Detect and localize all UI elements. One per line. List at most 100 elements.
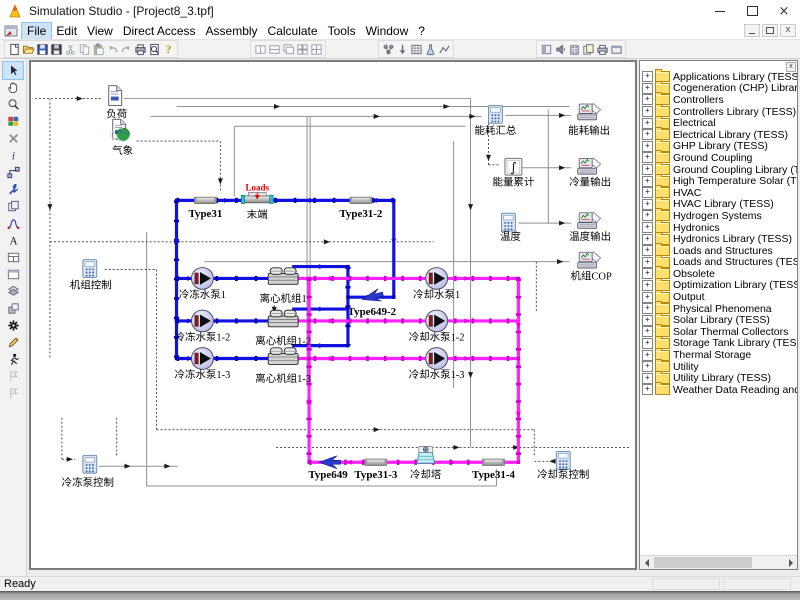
maximize-button[interactable] xyxy=(736,0,768,22)
expand-plus-icon[interactable] xyxy=(642,315,653,326)
expand-plus-icon[interactable] xyxy=(642,222,653,233)
tree-item-hvac[interactable]: HVAC xyxy=(642,187,797,199)
tree-item-ghp-library-tess[interactable]: GHP Library (TESS) xyxy=(642,141,797,153)
pan-tool-button[interactable] xyxy=(3,79,23,96)
expand-plus-icon[interactable] xyxy=(642,94,653,105)
minimize-button[interactable] xyxy=(704,0,736,22)
duplicate-tool-button[interactable] xyxy=(3,198,23,215)
expand-plus-icon[interactable] xyxy=(642,292,653,303)
expand-plus-icon[interactable] xyxy=(642,338,653,349)
zoom-tool-button[interactable] xyxy=(3,96,23,113)
tile-horizontal-button[interactable] xyxy=(253,42,267,56)
files-button[interactable] xyxy=(581,42,595,56)
menu-view[interactable]: View xyxy=(82,23,118,39)
menu-tools[interactable]: Tools xyxy=(323,23,361,39)
component-temperature[interactable] xyxy=(501,213,515,231)
cascade-button[interactable] xyxy=(281,42,295,56)
component-cooling-pump-2[interactable] xyxy=(426,310,448,332)
component-cooling-output[interactable] xyxy=(578,158,601,174)
run-simulation-button[interactable] xyxy=(3,351,23,368)
expand-plus-icon[interactable] xyxy=(642,257,653,268)
expand-plus-icon[interactable] xyxy=(642,234,653,245)
expand-plus-icon[interactable] xyxy=(642,361,653,372)
save-all-button[interactable] xyxy=(49,42,63,56)
redo-button[interactable] xyxy=(119,42,133,56)
expand-plus-icon[interactable] xyxy=(642,268,653,279)
component-unit-control[interactable] xyxy=(83,260,97,278)
panel-close-icon[interactable] xyxy=(786,62,796,72)
bitmap-tool-button[interactable] xyxy=(3,113,23,130)
tree-item-weather-data-reading-and-process[interactable]: Weather Data Reading and Process xyxy=(642,384,797,396)
expand-plus-icon[interactable] xyxy=(642,384,653,395)
component-type31-2[interactable] xyxy=(350,197,372,203)
component-type31-3[interactable] xyxy=(365,459,387,465)
macro-button[interactable] xyxy=(381,42,395,56)
menu-help[interactable]: ? xyxy=(413,23,430,39)
tree-item-controllers[interactable]: Controllers xyxy=(642,94,797,106)
print-preview-button[interactable] xyxy=(147,42,161,56)
audio-button[interactable] xyxy=(553,42,567,56)
component-type31-4[interactable] xyxy=(483,459,505,465)
pen-tool-button[interactable] xyxy=(3,334,23,351)
printer-out-button[interactable] xyxy=(595,42,609,56)
component-energy-output[interactable] xyxy=(578,104,601,120)
component-cooling-pump-1[interactable] xyxy=(426,268,448,290)
flag-a-button[interactable] xyxy=(3,368,23,385)
component-chiller-2[interactable] xyxy=(268,310,298,327)
menu-window[interactable]: Window xyxy=(361,23,414,39)
layers-button[interactable] xyxy=(3,283,23,300)
tree-item-hydronics-library-tess[interactable]: Hydronics Library (TESS) xyxy=(642,233,797,245)
tree-item-loads-and-structures-tess[interactable]: Loads and Structures (TESS) xyxy=(642,257,797,269)
undo-button[interactable] xyxy=(105,42,119,56)
menu-assembly[interactable]: Assembly xyxy=(201,23,263,39)
tile-vertical-button[interactable] xyxy=(267,42,281,56)
trace-button[interactable] xyxy=(437,42,451,56)
expand-plus-icon[interactable] xyxy=(642,164,653,175)
component-cooling-tower[interactable] xyxy=(417,446,435,463)
tree-horizontal-scrollbar[interactable] xyxy=(640,555,797,569)
expand-plus-icon[interactable] xyxy=(642,210,653,221)
project-schematic[interactable]: ∫ xyxy=(31,62,635,568)
tree-item-high-temperature-solar-tess[interactable]: High Temperature Solar (TESS) xyxy=(642,175,797,187)
tree-item-applications-library-tess[interactable]: Applications Library (TESS) xyxy=(642,71,797,83)
component-energy-sum[interactable] xyxy=(488,105,502,123)
mdi-restore-button[interactable] xyxy=(762,24,778,37)
output-arrow-button[interactable] xyxy=(395,42,409,56)
cut-button[interactable] xyxy=(63,42,77,56)
component-cooling-pump-control[interactable] xyxy=(556,451,570,469)
component-chiller-1[interactable] xyxy=(268,268,298,285)
connect-tool-button[interactable] xyxy=(3,164,23,181)
expand-plus-icon[interactable] xyxy=(642,199,653,210)
window-new-button[interactable] xyxy=(3,266,23,283)
component-chilled-pump-3[interactable] xyxy=(191,348,213,370)
tree-item-hvac-library-tess[interactable]: HVAC Library (TESS) xyxy=(642,199,797,211)
scroll-left-icon[interactable] xyxy=(640,556,653,569)
expand-plus-icon[interactable] xyxy=(642,350,653,361)
split-button[interactable] xyxy=(309,42,323,56)
lock-window-button[interactable] xyxy=(539,42,553,56)
parameter-tool-button[interactable] xyxy=(3,181,23,198)
component-type649[interactable] xyxy=(319,456,340,469)
mdi-minimize-button[interactable] xyxy=(744,24,760,37)
help-button[interactable]: ? xyxy=(161,42,175,56)
tree-item-electrical[interactable]: Electrical xyxy=(642,117,797,129)
tree-item-loads-and-structures[interactable]: Loads and Structures xyxy=(642,245,797,257)
expand-plus-icon[interactable] xyxy=(642,326,653,337)
component-load[interactable] xyxy=(109,86,122,106)
close-button[interactable]: × xyxy=(768,0,800,22)
expand-plus-icon[interactable] xyxy=(642,118,653,129)
tree-item-storage-tank-library-tess[interactable]: Storage Tank Library (TESS) xyxy=(642,338,797,350)
tree-item-solar-library-tess[interactable]: Solar Library (TESS) xyxy=(642,314,797,326)
expand-plus-icon[interactable] xyxy=(642,152,653,163)
tree-item-utility[interactable]: Utility xyxy=(642,361,797,373)
expand-plus-icon[interactable] xyxy=(642,141,653,152)
paste-button[interactable] xyxy=(91,42,105,56)
table-button[interactable] xyxy=(409,42,423,56)
tree-item-solar-thermal-collectors[interactable]: Solar Thermal Collectors xyxy=(642,326,797,338)
component-chiller-3[interactable] xyxy=(268,348,298,365)
text-tool-button[interactable]: A xyxy=(3,232,23,249)
copy-button[interactable] xyxy=(77,42,91,56)
tree-item-output[interactable]: Output xyxy=(642,291,797,303)
order-button[interactable] xyxy=(3,300,23,317)
expand-plus-icon[interactable] xyxy=(642,280,653,291)
